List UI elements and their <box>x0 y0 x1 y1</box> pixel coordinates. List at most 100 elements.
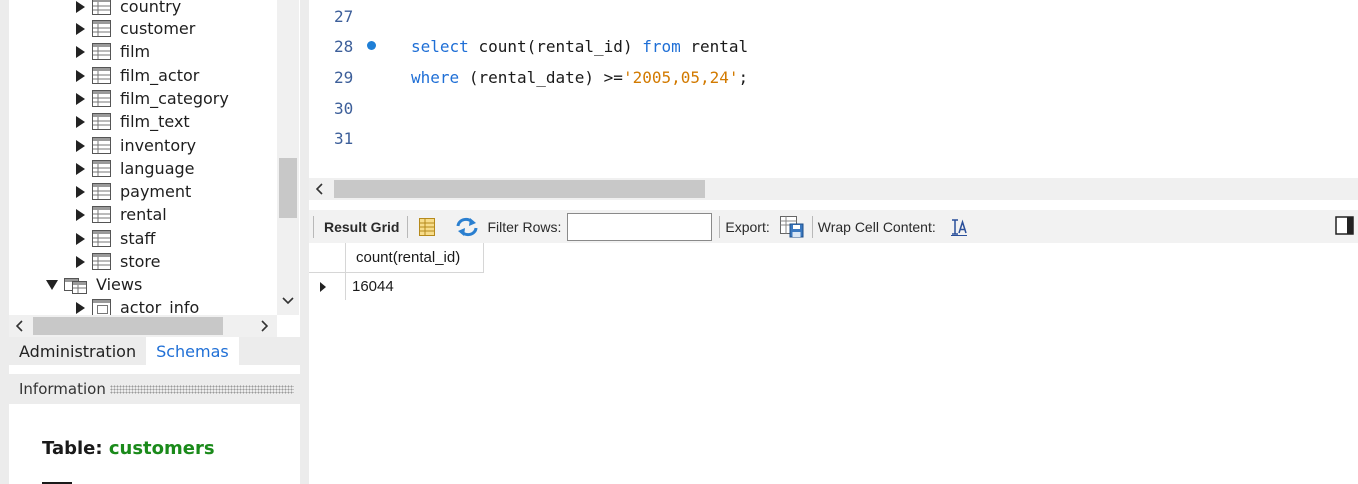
tree-item-staff[interactable]: staff <box>74 227 155 250</box>
tree-item-rental[interactable]: rental <box>74 203 167 226</box>
table-icon <box>92 20 111 37</box>
tree-item-actor-info[interactable]: actor_info <box>74 296 199 315</box>
panel-splitter[interactable] <box>300 0 309 484</box>
expand-arrow-icon[interactable] <box>74 232 86 245</box>
tree-item-store[interactable]: store <box>74 250 160 273</box>
header-grip-pattern <box>109 384 294 394</box>
table-identifier: rental <box>690 36 749 56</box>
export-icon[interactable] <box>779 215 805 239</box>
tab-schemas[interactable]: Schemas <box>146 337 239 365</box>
tree-vertical-scrollbar[interactable] <box>277 0 299 315</box>
expand-arrow-icon[interactable] <box>74 255 86 268</box>
refresh-icon[interactable] <box>455 217 479 237</box>
code-line-31: 31 <box>309 126 1358 150</box>
scroll-left-icon[interactable] <box>9 315 31 337</box>
line-number: 28 <box>334 36 354 56</box>
line-number: 31 <box>334 128 354 148</box>
tree-item-film-category[interactable]: film_category <box>74 87 229 110</box>
toggle-side-panel-icon[interactable] <box>1335 216 1354 235</box>
info-cut-off-text <box>42 476 82 484</box>
column-header-count[interactable]: count(rental_id) <box>346 243 484 273</box>
tree-item-label: film <box>120 42 151 61</box>
expand-arrow-icon[interactable] <box>74 22 86 35</box>
left-edge-strip <box>0 0 9 484</box>
code-text: where (rental_date) >='2005,05,24'; <box>411 68 748 87</box>
result-cell[interactable]: 16044 <box>346 273 484 300</box>
expand-arrow-icon[interactable] <box>74 69 86 82</box>
expand-arrow-icon[interactable] <box>74 115 86 128</box>
toolbar-separator <box>313 215 314 238</box>
wrap-text-icon[interactable] <box>950 218 968 236</box>
scroll-left-icon[interactable] <box>309 178 331 200</box>
tree-item-views[interactable]: Views <box>46 273 142 296</box>
table-icon <box>92 90 111 107</box>
tree-item-label: country <box>120 0 182 16</box>
grid-corner-cell[interactable] <box>309 243 346 273</box>
scroll-right-icon[interactable] <box>253 315 275 337</box>
tree-item-label: payment <box>120 182 192 201</box>
scrollbar-thumb[interactable] <box>33 317 223 335</box>
tree-item-language[interactable]: language <box>74 157 195 180</box>
tree-item-label: store <box>120 252 161 271</box>
current-row-indicator-icon[interactable] <box>309 273 346 300</box>
export-label: Export: <box>725 218 770 235</box>
table-icon <box>92 253 111 270</box>
table-icon <box>92 113 111 130</box>
tree-item-label: film_actor <box>120 66 200 85</box>
table-icon <box>92 206 111 223</box>
tab-administration[interactable]: Administration <box>9 337 146 365</box>
table-icon <box>92 183 111 200</box>
tree-horizontal-scrollbar[interactable] <box>9 315 277 337</box>
expand-arrow-icon[interactable] <box>74 45 86 58</box>
function-count: count <box>478 36 527 56</box>
tree-item-film-text[interactable]: film_text <box>74 110 190 133</box>
tree-item-payment[interactable]: payment <box>74 180 191 203</box>
tree-item-label: film_text <box>120 112 190 131</box>
code-line-29: 29 where (rental_date) >='2005,05,24'; <box>309 65 1358 89</box>
tree-item-label: language <box>120 159 195 178</box>
toolbar-separator <box>719 215 721 238</box>
view-icon <box>92 299 111 315</box>
tree-item-film[interactable]: film <box>74 40 150 63</box>
collapse-arrow-icon[interactable] <box>46 279 58 291</box>
scrollbar-thumb[interactable] <box>334 180 705 198</box>
toolbar-separator <box>407 215 409 238</box>
expand-arrow-icon[interactable] <box>74 185 86 198</box>
statement-marker-icon <box>367 41 376 50</box>
info-table-name: customers <box>108 438 215 459</box>
code-line-30: 30 <box>309 96 1358 120</box>
filter-rows-input[interactable] <box>567 212 713 241</box>
line-number: 27 <box>334 6 354 26</box>
wrap-cell-content-label: Wrap Cell Content: <box>817 218 936 235</box>
line-number: 29 <box>334 67 354 87</box>
editor-horizontal-scrollbar[interactable] <box>309 178 1358 200</box>
sql-editor[interactable]: 27 28 select count(rental_id) from renta… <box>309 0 1358 178</box>
statement-terminator: ; <box>738 67 749 87</box>
tree-item-label: film_category <box>120 89 229 108</box>
expand-arrow-icon[interactable] <box>74 139 86 152</box>
tree-item-customer[interactable]: customer <box>74 17 195 40</box>
code-line-28: 28 select count(rental_id) from rental <box>309 34 1358 58</box>
tree-item-label: rental <box>120 205 167 224</box>
result-grid-tab[interactable]: Result Grid <box>324 219 399 235</box>
expand-arrow-icon[interactable] <box>74 0 86 13</box>
line-number: 30 <box>334 98 354 118</box>
scrollbar-thumb[interactable] <box>279 158 297 218</box>
expand-arrow-icon[interactable] <box>74 301 86 314</box>
expand-arrow-icon[interactable] <box>74 162 86 175</box>
tree-item-film-actor[interactable]: film_actor <box>74 64 199 87</box>
result-toolbar: Result Grid Filter Rows: Export: Wrap Ce… <box>309 210 1358 243</box>
information-body: Table: customers <box>9 404 300 484</box>
keyword-where: where <box>411 67 460 87</box>
grid-view-icon[interactable] <box>417 217 437 237</box>
function-argument: (rental_id) <box>526 36 633 56</box>
tree-item-country[interactable]: country <box>74 0 181 18</box>
expand-arrow-icon[interactable] <box>74 208 86 221</box>
table-icon <box>92 160 111 177</box>
information-title: Information <box>19 380 106 398</box>
tree-item-inventory[interactable]: inventory <box>74 134 196 157</box>
table-icon <box>92 0 111 15</box>
scroll-down-icon[interactable] <box>277 290 299 312</box>
expand-arrow-icon[interactable] <box>74 92 86 105</box>
tree-item-label: Views <box>96 275 143 294</box>
